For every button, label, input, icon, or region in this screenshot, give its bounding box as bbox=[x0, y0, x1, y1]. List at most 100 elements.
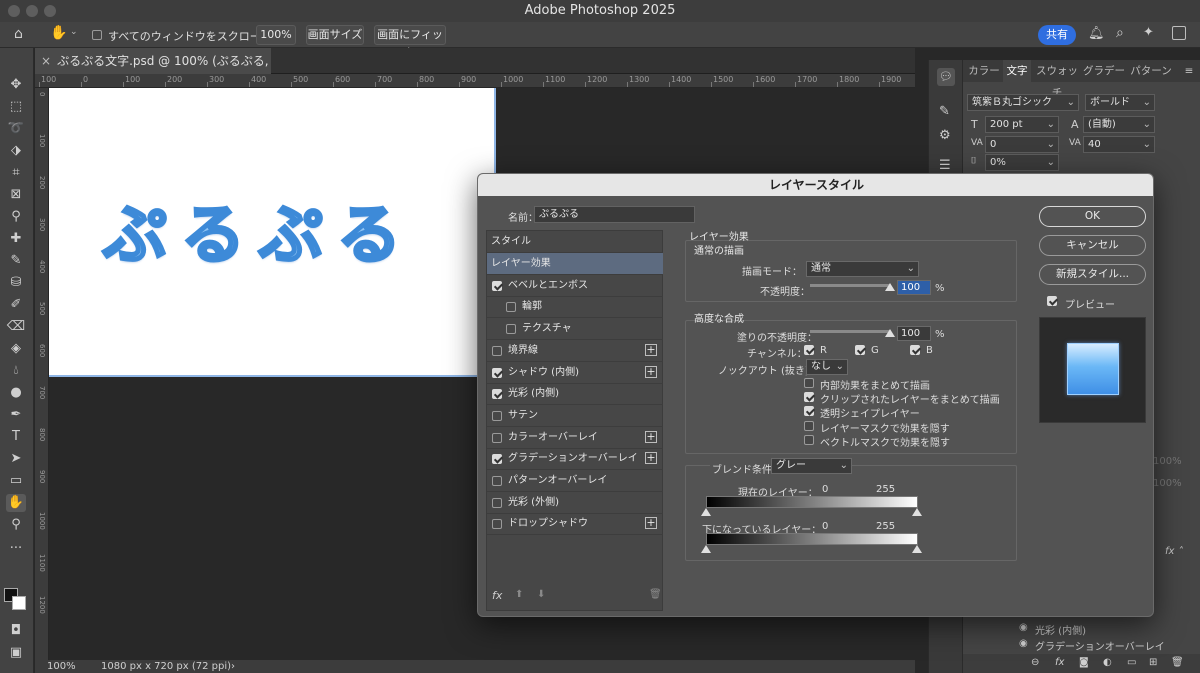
style-item[interactable]: 光彩 (外側) bbox=[487, 492, 663, 514]
tsume-field[interactable]: 0% ⌄ bbox=[985, 154, 1059, 171]
style-checkbox[interactable] bbox=[492, 519, 502, 530]
blend-mode-select[interactable]: 通常 ⌄ bbox=[806, 261, 919, 277]
workspace-layout-icon[interactable] bbox=[1172, 26, 1186, 40]
screen-mode-icon[interactable]: ▣ bbox=[6, 644, 26, 662]
delete-effect-icon[interactable]: 🗑︎ bbox=[649, 589, 662, 600]
fit-screen-button[interactable]: 画面サイズ bbox=[306, 25, 364, 45]
dodge-tool-icon[interactable]: ● bbox=[6, 384, 26, 402]
link-layers-icon[interactable]: ⊖ bbox=[1031, 657, 1039, 668]
style-checkbox[interactable] bbox=[506, 302, 516, 313]
style-item[interactable]: 光彩 (内側) bbox=[487, 383, 663, 406]
marquee-tool-icon[interactable]: ⬚ bbox=[6, 98, 26, 116]
scroll-all-checkbox[interactable] bbox=[92, 30, 102, 40]
new-layer-icon[interactable]: ⊞ bbox=[1149, 657, 1157, 668]
add-mask-icon[interactable]: ◙ bbox=[1079, 657, 1089, 668]
style-item[interactable]: シャドウ (内側) + bbox=[487, 362, 663, 384]
cancel-button[interactable]: キャンセル bbox=[1039, 235, 1146, 256]
advanced-option-checkbox[interactable] bbox=[804, 406, 814, 417]
leading-field[interactable]: (自動) ⌄ bbox=[1083, 116, 1155, 133]
tracking-field[interactable]: 40 ⌄ bbox=[1083, 136, 1155, 153]
home-icon[interactable]: ⌂ bbox=[14, 26, 23, 42]
channel-b-checkbox[interactable] bbox=[910, 345, 920, 355]
zoom-tool-icon[interactable]: ⚲ bbox=[6, 516, 26, 534]
move-down-icon[interactable]: ⬇ bbox=[537, 589, 545, 600]
underlying-layer-white-slider[interactable] bbox=[912, 545, 922, 553]
new-style-button[interactable]: 新規スタイル... bbox=[1039, 264, 1146, 285]
fill-screen-button[interactable]: 画面にフィット bbox=[374, 25, 446, 59]
properties-icon[interactable]: ☰ bbox=[939, 158, 951, 173]
add-effect-plus-icon[interactable]: + bbox=[645, 452, 657, 465]
move-tool-icon[interactable]: ✥ bbox=[6, 76, 26, 94]
font-family-select[interactable]: 筑紫Ｂ丸ゴシック ⌄ bbox=[967, 94, 1079, 111]
zoom-100-button[interactable]: 100% bbox=[256, 25, 296, 45]
tab-character[interactable]: 文字 bbox=[1003, 60, 1031, 82]
style-checkbox[interactable] bbox=[492, 410, 502, 421]
tab-swatches[interactable]: スウォッチ bbox=[1033, 60, 1081, 99]
lasso-tool-icon[interactable]: ➰ bbox=[6, 120, 26, 138]
paint-bucket-tool-icon[interactable]: ◈ bbox=[6, 340, 26, 358]
document-canvas[interactable]: ぷるぷる bbox=[49, 88, 496, 377]
kerning-field[interactable]: 0 ⌄ bbox=[985, 136, 1059, 153]
style-item[interactable]: サテン bbox=[487, 405, 663, 427]
style-item-selected[interactable]: レイヤー効果 bbox=[487, 253, 663, 275]
style-checkbox[interactable] bbox=[506, 324, 516, 335]
advanced-option-checkbox[interactable] bbox=[804, 434, 814, 445]
eyedropper-tool-icon[interactable]: ⚲ bbox=[6, 208, 26, 226]
add-effect-plus-icon[interactable]: + bbox=[645, 343, 657, 356]
style-checkbox[interactable] bbox=[492, 432, 502, 443]
healing-brush-tool-icon[interactable]: ✚ bbox=[6, 230, 26, 248]
style-checkbox[interactable] bbox=[492, 280, 502, 291]
fill-opacity-slider-thumb[interactable] bbox=[885, 329, 895, 337]
channel-g-checkbox[interactable] bbox=[855, 345, 865, 355]
add-effect-plus-icon[interactable]: + bbox=[645, 517, 657, 530]
this-layer-white-slider[interactable] bbox=[912, 508, 922, 516]
status-chevron-icon[interactable]: › bbox=[231, 660, 235, 673]
more-tools-icon[interactable]: ··· bbox=[6, 540, 26, 558]
adjustments-icon[interactable]: ⚙ bbox=[939, 128, 951, 143]
hand-tool-icon[interactable]: ✋ bbox=[50, 25, 67, 41]
panel-menu-icon[interactable]: ≡ bbox=[1181, 60, 1197, 82]
fill-opacity-value-field[interactable]: 100 bbox=[897, 326, 931, 341]
clone-stamp-tool-icon[interactable]: ⛁ bbox=[6, 274, 26, 292]
style-checkbox[interactable] bbox=[492, 389, 502, 400]
style-checkbox[interactable] bbox=[492, 476, 502, 486]
new-group-icon[interactable]: ▭ bbox=[1127, 657, 1136, 668]
type-tool-icon[interactable]: T bbox=[6, 428, 26, 446]
close-window-icon[interactable] bbox=[8, 5, 20, 17]
style-item[interactable]: カラーオーバーレイ + bbox=[487, 427, 663, 449]
rectangle-tool-icon[interactable]: ▭ bbox=[6, 472, 26, 490]
ok-button[interactable]: OK bbox=[1039, 206, 1146, 227]
adjustment-layer-icon[interactable]: ◐ bbox=[1103, 657, 1112, 668]
frame-tool-icon[interactable]: ⊠ bbox=[6, 186, 26, 204]
style-item[interactable]: ベベルとエンボス bbox=[487, 275, 663, 297]
minimize-window-icon[interactable] bbox=[26, 5, 38, 17]
this-layer-black-slider[interactable] bbox=[701, 508, 711, 516]
blend-if-select[interactable]: グレー ⌄ bbox=[771, 458, 852, 474]
font-size-field[interactable]: 200 pt ⌄ bbox=[985, 116, 1059, 133]
crop-tool-icon[interactable]: ⌗ bbox=[6, 164, 26, 182]
tab-color[interactable]: カラー bbox=[965, 60, 1003, 82]
bell-icon[interactable]: 🔔︎ bbox=[1088, 26, 1105, 41]
brush-settings-icon[interactable]: ✎ bbox=[939, 104, 950, 119]
style-item[interactable]: 境界線 + bbox=[487, 340, 663, 362]
advanced-option-checkbox[interactable] bbox=[804, 392, 814, 403]
style-item[interactable]: ドロップシャドウ + bbox=[487, 513, 663, 536]
status-zoom[interactable]: 100% bbox=[47, 660, 76, 673]
effect-visibility-eye-icon[interactable]: ◉ bbox=[1019, 622, 1028, 633]
effect-visibility-eye-icon[interactable]: ◉ bbox=[1019, 638, 1028, 649]
style-checkbox[interactable] bbox=[492, 497, 502, 508]
preview-checkbox[interactable] bbox=[1047, 296, 1057, 306]
font-style-select[interactable]: ボールド ⌄ bbox=[1085, 94, 1155, 111]
opacity-slider-thumb[interactable] bbox=[885, 283, 895, 291]
style-name-field[interactable]: ぷるぷる bbox=[534, 206, 695, 223]
object-selection-tool-icon[interactable]: ⬗ bbox=[6, 142, 26, 160]
style-item[interactable]: パターンオーバーレイ bbox=[487, 470, 663, 492]
tab-gradients[interactable]: グラデー bbox=[1081, 60, 1127, 82]
path-selection-tool-icon[interactable]: ➤ bbox=[6, 450, 26, 468]
comments-icon[interactable]: 💬︎ bbox=[937, 68, 955, 86]
tab-patterns[interactable]: パターン bbox=[1127, 60, 1175, 82]
delete-layer-icon[interactable]: 🗑︎ bbox=[1171, 657, 1184, 668]
tool-preset-chevron-icon[interactable]: ⌄ bbox=[70, 27, 78, 37]
opacity-value-field[interactable]: 100 bbox=[897, 280, 931, 295]
style-checkbox[interactable] bbox=[492, 345, 502, 356]
